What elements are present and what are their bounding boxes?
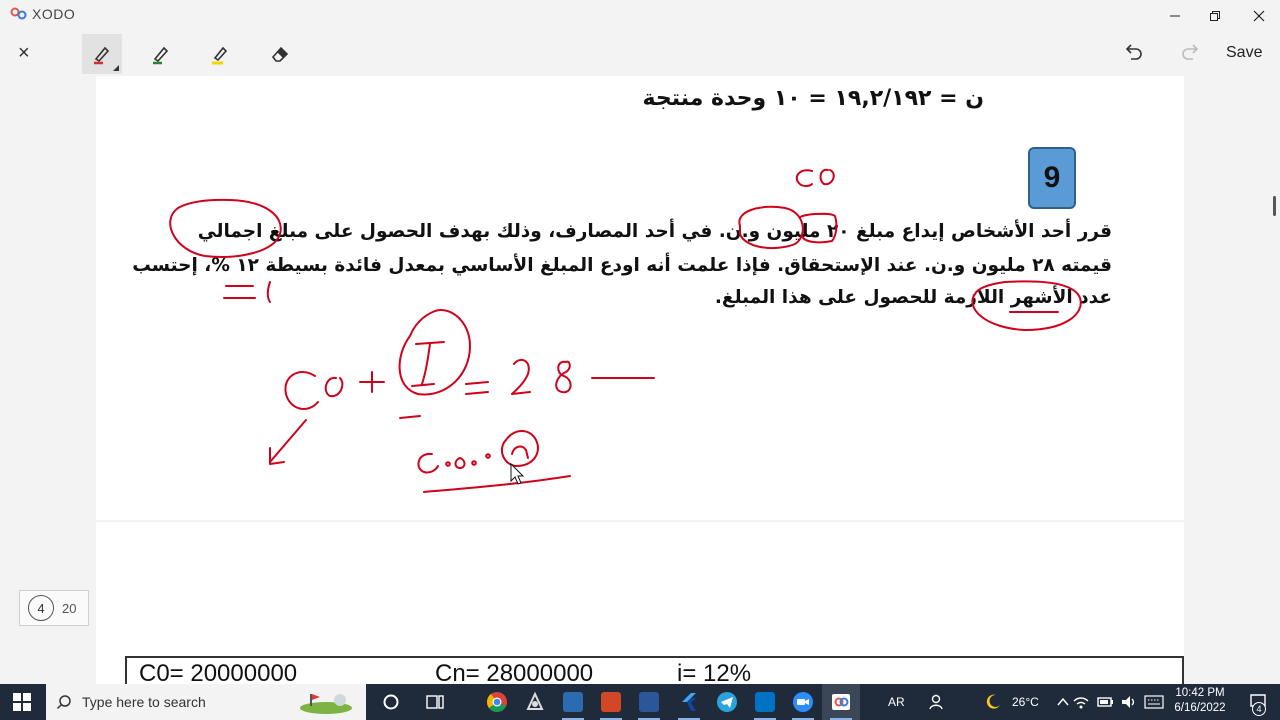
app-icon (526, 691, 544, 710)
search-highlight-icon (300, 694, 352, 714)
weather-button[interactable] (974, 684, 1012, 720)
taskbar-chrome[interactable] (478, 684, 516, 720)
xodo-logo-icon (10, 7, 27, 20)
annotation-toolbar: × Save (0, 32, 1280, 76)
redo-icon (1182, 44, 1199, 60)
flutter-icon (682, 693, 696, 711)
maximize-button[interactable] (1192, 0, 1238, 32)
cortana-icon (383, 694, 399, 710)
keyboard-button[interactable] (1140, 684, 1168, 720)
speaker-icon (1122, 696, 1135, 708)
pen-icon (94, 46, 110, 65)
app-logo: XODO (10, 6, 75, 22)
screencast-icon (563, 692, 583, 712)
problem-text-line-2: قيمته ٢٨ مليون و.ن. عند الإستحقاق. فإذا … (132, 255, 1112, 276)
clock-time: 10:42 PM (1175, 687, 1225, 699)
task-view-icon (426, 695, 444, 709)
redo-button[interactable] (1178, 40, 1204, 71)
document-viewport[interactable]: ن = ١٩,٢/١٩٢ = ١٠ وحدة منتجة 9 قرر أحد ا… (0, 76, 1280, 684)
total-pages: 20 (62, 600, 77, 616)
pen-icon (153, 46, 169, 65)
interest-rate-value: i= 12% (677, 660, 752, 684)
cn-value: Cn= 28000000 (435, 660, 594, 684)
formula-table-row: C0= 20000000 Cn= 28000000 i= 12% (125, 656, 1184, 684)
vertical-scrollbar[interactable] (1273, 196, 1276, 216)
search-icon (56, 695, 71, 710)
clock-date: 6/16/2022 (1174, 702, 1226, 714)
powerpoint-icon (601, 692, 621, 712)
current-page[interactable]: 4 (28, 595, 54, 621)
equation-line: ن = ١٩,٢/١٩٢ = ١٠ وحدة منتجة (642, 86, 984, 111)
outlook-icon (755, 692, 775, 712)
highlighter-icon (212, 46, 228, 65)
close-annotation-button[interactable]: × (18, 42, 30, 65)
input-language[interactable]: AR (888, 684, 905, 720)
taskbar-app-2[interactable] (516, 684, 554, 720)
word-icon (639, 692, 659, 712)
problem-text-line-3: عدد الأشهر اللازمة للحصول على هذا المبلغ… (714, 287, 1112, 308)
windows-taskbar: Type here to search AR 26°C 10:42 PM 6/1… (0, 684, 1280, 720)
save-button[interactable]: Save (1226, 44, 1262, 62)
wifi-icon (1073, 697, 1089, 709)
tool-options-indicator (113, 65, 119, 71)
close-window-button[interactable] (1236, 0, 1280, 32)
taskbar-word[interactable] (630, 684, 668, 720)
telegram-icon (717, 692, 737, 712)
problem-text-line-1: قرر أحد الأشخاص إيداع مبلغ ٢٠ مليون و.ن.… (197, 221, 1112, 242)
minimize-icon (1170, 15, 1180, 17)
page-counter[interactable]: 4 20 (19, 590, 89, 626)
volume-button[interactable] (1116, 684, 1142, 720)
people-button[interactable] (918, 684, 956, 720)
title-bar: XODO (0, 0, 1280, 32)
taskbar-powerpoint[interactable] (592, 684, 630, 720)
start-button[interactable] (0, 684, 44, 720)
taskbar-search-box[interactable]: Type here to search (46, 684, 366, 720)
app-name: XODO (32, 6, 76, 22)
eraser-tool[interactable] (260, 34, 300, 74)
pen-tool-green[interactable] (141, 34, 181, 74)
problem-number-badge: 9 (1028, 147, 1076, 209)
restore-icon (1210, 11, 1220, 21)
close-icon (1253, 10, 1265, 22)
highlighter-tool[interactable] (200, 34, 240, 74)
task-view-button[interactable] (416, 684, 454, 720)
system-clock[interactable]: 10:42 PM 6/16/2022 (1170, 686, 1230, 716)
people-icon (929, 694, 943, 710)
temperature: 26°C (1012, 695, 1039, 709)
network-button[interactable] (1068, 684, 1094, 720)
keyboard-icon (1144, 695, 1164, 709)
taskbar-flutter[interactable] (670, 684, 708, 720)
battery-icon (1097, 697, 1113, 707)
taskbar-xodo[interactable] (822, 684, 860, 720)
taskbar-zoom[interactable] (784, 684, 822, 720)
undo-icon (1125, 44, 1142, 60)
moon-icon (986, 694, 1000, 709)
cortana-button[interactable] (372, 684, 410, 720)
taskbar-outlook[interactable] (746, 684, 784, 720)
chrome-icon (487, 692, 507, 712)
taskbar-screencast[interactable] (554, 684, 592, 720)
xodo-icon (832, 694, 850, 710)
undo-button[interactable] (1120, 40, 1146, 71)
eraser-icon (271, 46, 289, 62)
pen-tool-red[interactable] (82, 34, 122, 74)
search-placeholder: Type here to search (82, 694, 206, 710)
windows-logo-icon (13, 693, 31, 711)
zoom-icon (793, 692, 813, 712)
c0-value: C0= 20000000 (139, 660, 298, 684)
taskbar-telegram[interactable] (708, 684, 746, 720)
notification-count: 4 (1252, 702, 1266, 716)
battery-button[interactable] (1092, 684, 1118, 720)
